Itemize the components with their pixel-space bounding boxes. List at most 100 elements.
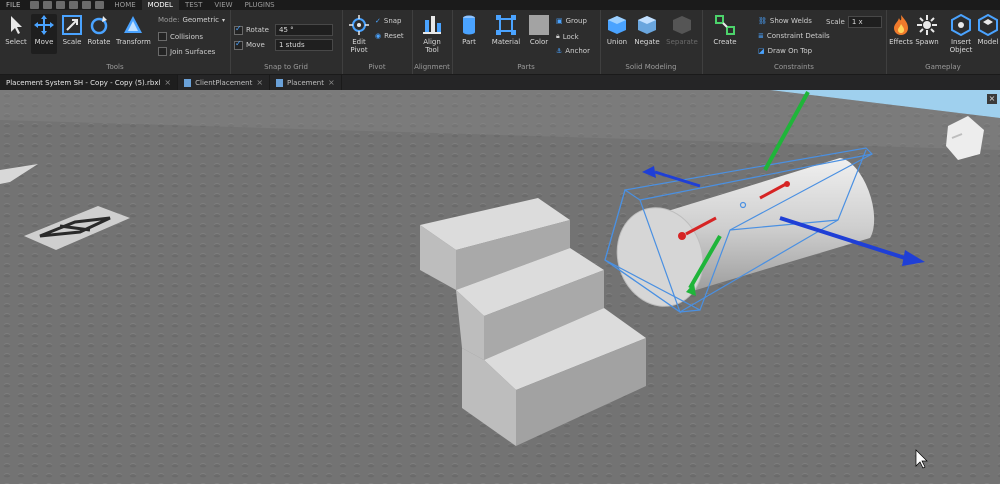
constraint-details-toggle[interactable]: ≣ Constraint Details [758,32,830,40]
rotate-button[interactable]: Rotate [86,14,112,46]
union-label: Union [606,38,628,46]
doc-tab-clientplacement[interactable]: ClientPlacement × [178,75,271,90]
join-surfaces-toggle[interactable]: Join Surfaces [158,47,215,56]
model-button[interactable]: Model [976,14,1000,46]
doc-tab-placement-label: Placement [287,78,324,87]
rotate-icon [90,16,108,35]
move-button[interactable]: Move [31,14,57,54]
rotate-snap-input[interactable]: 45 ° [275,24,333,36]
draw-on-top-icon: ◪ [758,47,765,55]
quick-access-toolbar [26,1,108,9]
draw-on-top-label: Draw On Top [767,47,813,55]
redo-icon[interactable] [56,1,66,9]
close-icon[interactable]: × [328,78,335,87]
move-snap-checkbox[interactable] [234,39,243,50]
part-cylinder-icon [463,15,475,35]
tab-plugins[interactable]: PLUGINS [239,0,281,10]
new-file-icon[interactable] [30,1,40,9]
align-icon [423,16,441,34]
alignment-group: Align Tool Alignment [412,10,453,74]
close-icon[interactable]: × [256,78,263,87]
constraint-create-icon [715,15,735,35]
color-button[interactable]: Color [526,14,552,46]
tab-test[interactable]: TEST [179,0,208,10]
transform-button[interactable]: Transform [116,14,151,46]
solid-group-label: Solid Modeling [625,63,677,71]
collisions-toggle[interactable]: Collisions [158,32,203,41]
spawn-button[interactable]: Spawn [914,14,940,46]
publish-icon[interactable] [69,1,79,9]
union-button[interactable]: Union [604,14,630,46]
pivot-snap-toggle[interactable]: ✓ Snap [375,17,402,25]
move-snap-input[interactable]: 1 studs [275,39,333,51]
lock-icon: 🔒︎ [556,32,560,40]
undo-icon[interactable] [95,1,105,9]
doc-tab-placement[interactable]: Placement × [270,75,342,90]
create-label: Create [713,38,737,46]
part-button[interactable]: Part [456,14,482,46]
move-arrows-icon [34,15,54,35]
constraint-scale-input[interactable]: 1 x [847,16,882,28]
tab-model[interactable]: MODEL [141,0,179,11]
collisions-checkbox[interactable] [158,32,167,41]
tab-home[interactable]: HOME [108,0,141,10]
pivot-group-label: Pivot [368,63,386,71]
separate-cube-icon [673,16,691,34]
part-label: Part [462,38,476,46]
material-label: Material [491,38,521,46]
align-tool-label-1: Align [423,38,441,46]
close-icon[interactable]: × [164,78,171,87]
tab-view[interactable]: VIEW [208,0,238,10]
reset-icon: ◉ [375,32,382,40]
doc-tab-place-label: Placement System SH - Copy - Copy (5).rb… [6,78,161,87]
show-welds-toggle[interactable]: ⛓︎ Show Welds [758,17,812,25]
pivot-icon [349,15,369,35]
constraint-details-label: Constraint Details [766,32,830,40]
scale-button[interactable]: Scale [59,14,85,46]
solid-modeling-group: Union Negate Separate Solid Modeling [600,10,703,74]
document-tab-bar: Placement System SH - Copy - Copy (5).rb… [0,75,1000,90]
separate-button[interactable]: Separate [666,14,698,46]
rotate-label: Rotate [87,38,111,46]
group-icon: ▣ [556,17,563,25]
align-tool-button[interactable]: Align Tool [419,14,445,54]
ribbon: Select Move Scale Rotate Transform Mode:… [0,10,1000,75]
mode-label: Mode: [158,16,180,24]
insert-object-button[interactable]: Insert Object [948,14,974,54]
select-button[interactable]: Select [3,14,29,46]
save-icon[interactable] [82,1,92,9]
create-constraint-button[interactable]: Create [712,14,738,46]
group-button[interactable]: ▣ Group [556,17,587,25]
edit-pivot-label-1: Edit [352,38,366,46]
insert-object-icon [951,14,971,36]
edit-pivot-label-2: Pivot [350,46,368,54]
script-icon [184,78,192,87]
align-tool-label-2: Tool [425,46,439,54]
edit-pivot-button[interactable]: Edit Pivot [346,14,372,54]
pivot-reset-button[interactable]: ◉ Reset [375,32,404,40]
anchor-button[interactable]: ⚓︎ Anchor [556,47,590,55]
doc-tab-clientplacement-label: ClientPlacement [195,78,253,87]
constraint-scale-row: Scale 1 x [826,16,882,28]
chevron-down-icon: ▾ [222,16,226,24]
doc-tab-place[interactable]: Placement System SH - Copy - Copy (5).rb… [0,75,179,90]
insert-object-label-1: Insert [950,38,972,46]
draw-on-top-toggle[interactable]: ◪ Draw On Top [758,47,812,55]
join-surfaces-checkbox[interactable] [158,47,167,56]
details-icon: ≣ [758,32,764,40]
weld-icon: ⛓︎ [758,17,767,25]
viewport-close-icon[interactable]: × [987,94,997,104]
viewport-3d[interactable] [0,90,1000,484]
open-file-icon[interactable] [43,1,53,9]
constraints-group-label: Constraints [774,63,814,71]
lock-button[interactable]: 🔒︎ Lock [556,32,579,41]
cursor-icon [11,16,22,34]
tools-group: Select Move Scale Rotate Transform Mode:… [0,10,231,74]
mode-select[interactable]: Mode: Geometric ▾ [158,16,225,24]
negate-button[interactable]: Negate [634,14,660,46]
insert-object-label-2: Object [949,46,973,54]
material-button[interactable]: Material [490,14,522,46]
effects-button[interactable]: Effects [888,14,914,46]
file-menu[interactable]: FILE [0,1,26,9]
rotate-snap-checkbox[interactable] [234,24,243,35]
